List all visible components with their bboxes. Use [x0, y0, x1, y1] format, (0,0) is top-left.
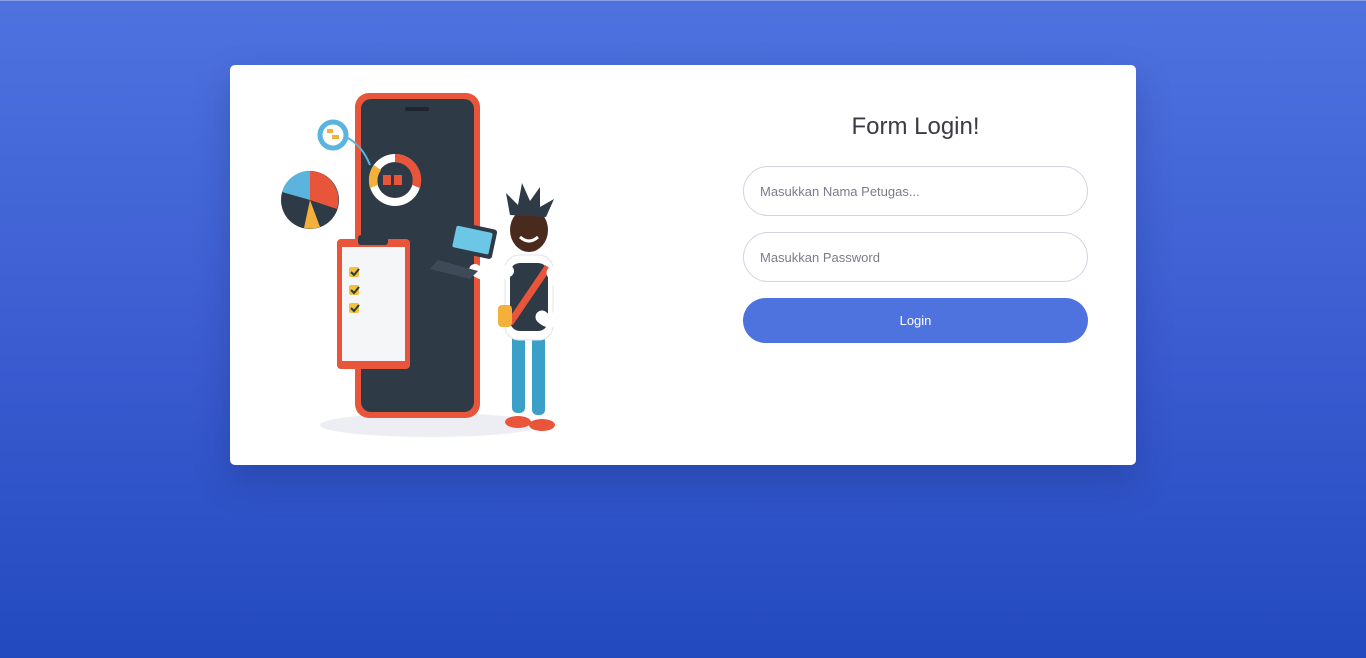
- password-input[interactable]: [743, 232, 1088, 282]
- form-title: Form Login!: [851, 113, 980, 140]
- login-form: Form Login! Login: [743, 111, 1088, 343]
- top-border: [0, 0, 1366, 1]
- pie-chart-icon: [281, 170, 339, 229]
- analytics-illustration: [270, 85, 630, 455]
- donut-chart-icon: [368, 153, 422, 206]
- clipboard-icon: [337, 235, 410, 369]
- username-input[interactable]: [743, 166, 1088, 216]
- login-card: Form Login! Login: [230, 65, 1136, 465]
- login-button[interactable]: Login: [743, 298, 1088, 343]
